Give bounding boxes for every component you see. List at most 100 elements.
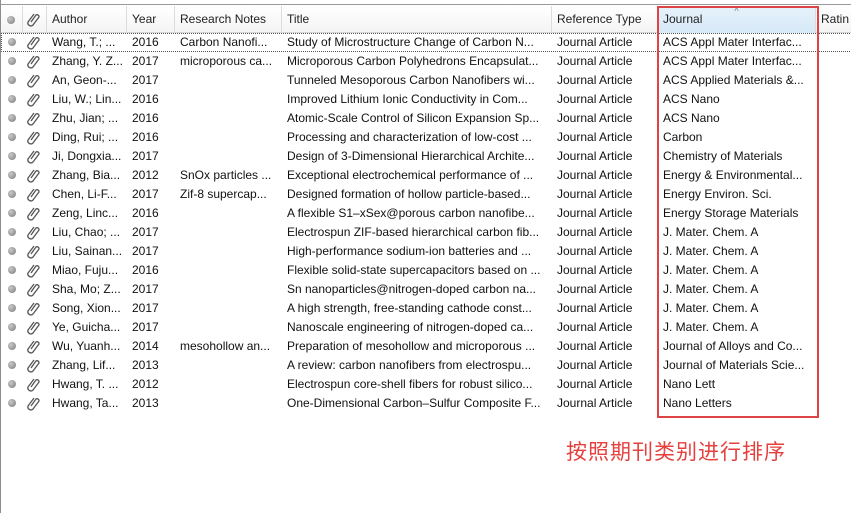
table-row[interactable]: An, Geon-... 2017 Tunneled Mesoporous Carb… [1,71,851,90]
cell-author: Zhang, Y. Z... [52,54,123,68]
paperclip-icon[interactable] [27,187,41,202]
paperclip-icon[interactable] [27,168,41,183]
column-author[interactable]: Author [47,6,127,33]
paperclip-icon[interactable] [27,358,41,373]
paperclip-icon[interactable] [27,244,41,259]
column-reference-type[interactable]: Reference Type [552,6,658,33]
cell-journal: Carbon [663,130,703,144]
table-row[interactable]: Ding, Rui; ... 2016 Processing and charact… [1,128,851,147]
column-read-status[interactable] [1,6,23,33]
table-row[interactable]: Wu, Yuanh... 2014 mesohollow an... Preparat… [1,337,851,356]
read-status-icon [8,152,16,160]
column-research-notes[interactable]: Research Notes [175,6,282,33]
paperclip-icon[interactable] [27,73,41,88]
table-row[interactable]: Liu, Chao; ... 2017 Electrospun ZIF-based … [1,223,851,242]
paperclip-icon[interactable] [27,282,41,297]
paperclip-icon[interactable] [27,396,41,411]
table-row[interactable]: Ji, Dongxia... 2017 Design of 3-Dimensiona… [1,147,851,166]
cell-notes [175,261,282,280]
column-journal[interactable]: ^ Journal [658,6,816,33]
column-attachment[interactable] [23,6,47,33]
paperclip-icon[interactable] [27,301,41,316]
cell-title: Electrospun ZIF-based hierarchical carbo… [287,225,540,239]
paperclip-icon[interactable] [27,263,41,278]
cell-year: 2016 [132,35,159,49]
table-row[interactable]: Liu, Sainan... 2017 High-performance sodiu… [1,242,851,261]
column-rating[interactable]: Ratin [816,6,851,33]
cell-reftype: Journal Article [557,187,633,201]
table-row[interactable]: Zhang, Bia... 2012 SnOx particles ... Excep… [1,166,851,185]
cell-journal: ACS Nano [663,111,720,125]
table-row[interactable]: Liu, W.; Lin... 2016 Improved Lithium Ioni… [1,90,851,109]
paperclip-icon[interactable] [27,92,41,107]
cell-year: 2017 [132,301,159,315]
table-row[interactable]: Sha, Mo; Z... 2017 Sn nanoparticles@nitrog… [1,280,851,299]
cell-author: Ji, Dongxia... [52,149,122,163]
read-status-icon [8,228,16,236]
cell-title: Processing and characterization of low-c… [287,130,532,144]
table-row[interactable]: Ye, Guicha... 2017 Nanoscale engineering o… [1,318,851,337]
cell-reftype: Journal Article [557,263,633,277]
paperclip-icon[interactable] [27,339,41,354]
cell-journal: J. Mater. Chem. A [663,282,759,296]
paperclip-icon[interactable] [27,320,41,335]
sort-ascending-icon: ^ [734,6,739,16]
table-row[interactable]: Song, Xion... 2017 A high strength, free-s… [1,299,851,318]
cell-notes [175,318,282,337]
table-row[interactable]: Zhang, Y. Z... 2017 microporous ca... Micro… [1,52,851,71]
paperclip-icon[interactable] [27,35,41,50]
read-status-icon [8,361,16,369]
paperclip-icon[interactable] [27,111,41,126]
cell-notes [175,90,282,109]
table-row[interactable]: Zhang, Lif... 2013 A review: carbon nanofi… [1,356,851,375]
paperclip-icon[interactable] [27,149,41,164]
cell-title: Designed formation of hollow particle-ba… [287,187,531,201]
cell-reftype: Journal Article [557,35,633,49]
cell-author: An, Geon-... [52,73,117,87]
cell-reftype: Journal Article [557,130,633,144]
table-row[interactable]: Hwang, T. ... 2012 Electrospun core-shell … [1,375,851,394]
read-status-icon [8,266,16,274]
cell-journal: Journal of Materials Scie... [663,358,805,372]
cell-reftype: Journal Article [557,320,633,334]
cell-author: Sha, Mo; Z... [52,282,121,296]
cell-author: Hwang, T. ... [52,377,119,391]
cell-title: Sn nanoparticles@nitrogen-doped carbon n… [287,282,537,296]
cell-year: 2017 [132,282,159,296]
read-status-icon [8,247,16,255]
table-row[interactable]: Hwang, Ta... 2013 One-Dimensional Carbon–S… [1,394,851,413]
paperclip-icon[interactable] [27,54,41,69]
cell-reftype: Journal Article [557,282,633,296]
cell-author: Zeng, Linc... [52,206,119,220]
paperclip-icon[interactable] [27,377,41,392]
cell-author: Chen, Li-F... [52,187,117,201]
cell-year: 2017 [132,73,159,87]
table-row[interactable]: Chen, Li-F... 2017 Zif-8 supercap... Design… [1,185,851,204]
table-row[interactable]: Zeng, Linc... 2016 A flexible S1–xSex@poro… [1,204,851,223]
table-row[interactable]: Wang, T.; ... 2016 Carbon Nanofi... Study o… [1,33,851,52]
cell-title: Exceptional electrochemical performance … [287,168,534,182]
read-status-icon [8,380,16,388]
cell-reftype: Journal Article [557,111,633,125]
cell-year: 2016 [132,92,159,106]
cell-notes [175,299,282,318]
cell-notes [175,280,282,299]
cell-year: 2017 [132,187,159,201]
cell-title: Design of 3-Dimensional Hierarchical Arc… [287,149,535,163]
cell-journal: ACS Appl Mater Interfac... [663,35,802,49]
cell-reftype: Journal Article [557,358,633,372]
cell-title: Microporous Carbon Polyhedrons Encapsula… [287,54,539,68]
read-status-icon [8,95,16,103]
cell-notes [175,356,282,375]
column-year[interactable]: Year [127,6,175,33]
table-row[interactable]: Zhu, Jian; ... 2016 Atomic-Scale Control o… [1,109,851,128]
paperclip-icon[interactable] [27,225,41,240]
cell-notes [175,128,282,147]
cell-year: 2017 [132,149,159,163]
table-row[interactable]: Miao, Fuju... 2016 Flexible solid-state su… [1,261,851,280]
cell-journal: J. Mater. Chem. A [663,244,759,258]
paperclip-icon[interactable] [27,206,41,221]
cell-author: Zhu, Jian; ... [52,111,119,125]
paperclip-icon[interactable] [27,130,41,145]
column-title[interactable]: Title [282,6,552,33]
